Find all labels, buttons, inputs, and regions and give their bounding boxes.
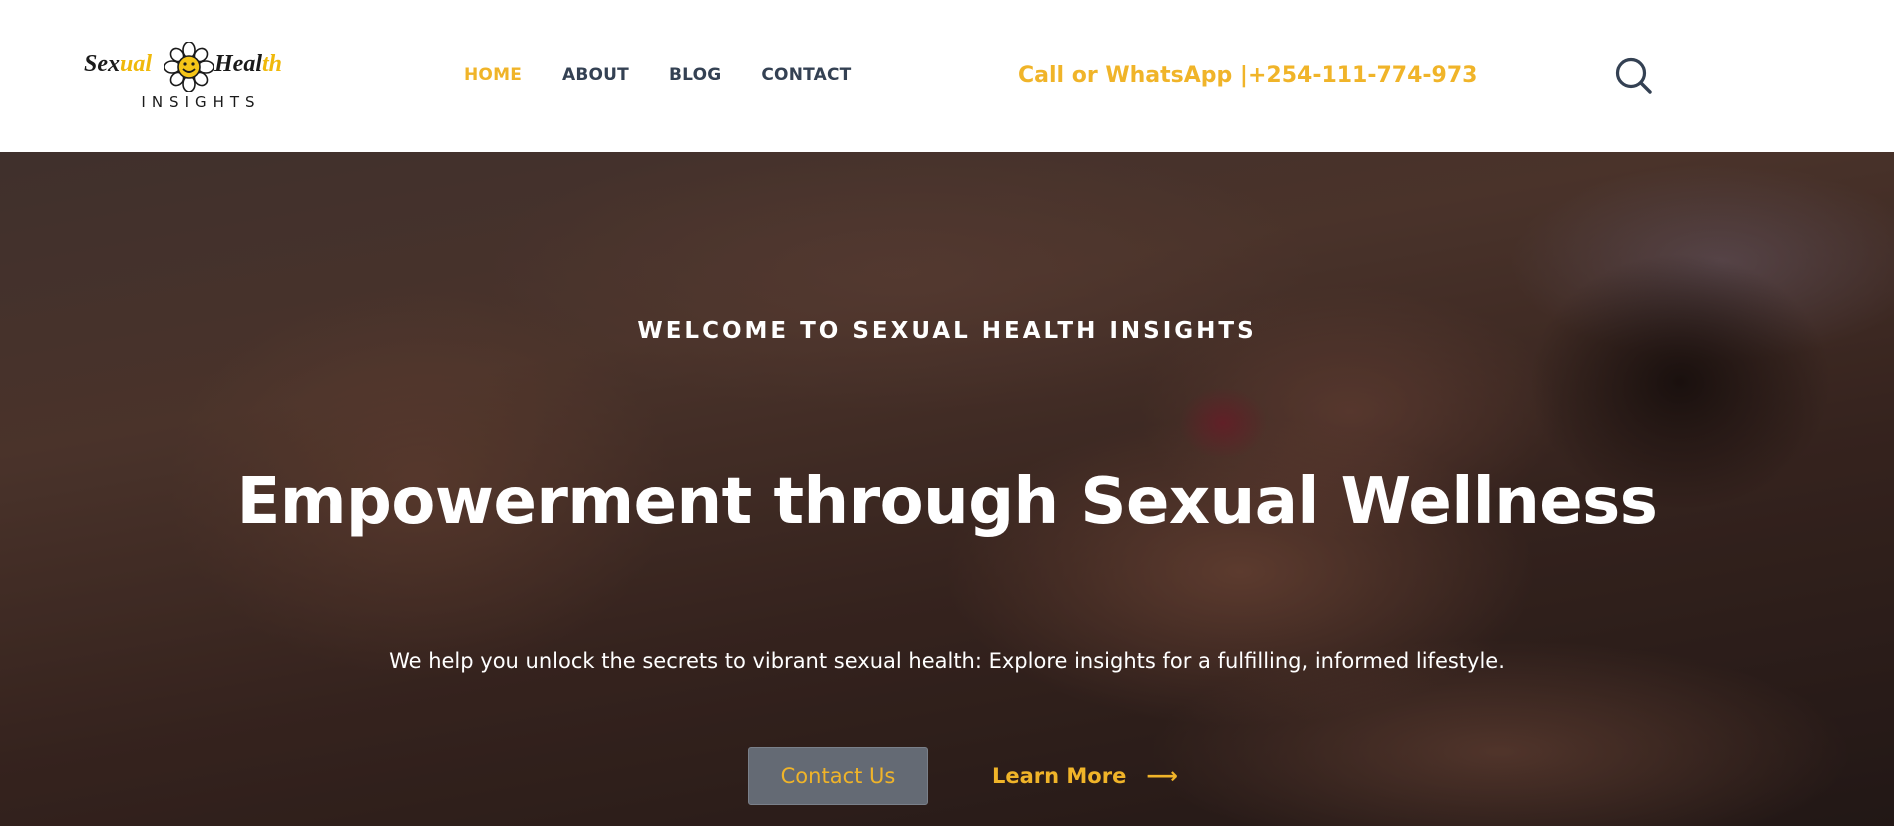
logo-word1-part2: ual — [120, 51, 153, 77]
smiley-flower-icon — [164, 42, 214, 92]
phone-contact-link[interactable]: Call or WhatsApp |+254-111-774-973 — [1018, 58, 1477, 94]
contact-us-button[interactable]: Contact Us — [748, 747, 928, 805]
search-icon — [1615, 57, 1652, 94]
site-logo[interactable]: Sexual Health INSIGHTS — [84, 40, 294, 112]
search-button[interactable] — [1612, 54, 1656, 98]
learn-more-link[interactable]: Learn More ⟶ — [992, 747, 1178, 805]
arrow-right-icon: ⟶ — [1146, 763, 1178, 789]
nav-item-about[interactable]: ABOUT — [562, 60, 629, 90]
logo-word2-part2: th — [262, 51, 283, 77]
logo-word1-part1: Sex — [84, 51, 120, 77]
logo-word2-part1: Heal — [214, 51, 262, 77]
nav-item-contact[interactable]: CONTACT — [761, 60, 851, 90]
main-nav: HOME ABOUT BLOG CONTACT — [464, 60, 851, 90]
hero-subtext: We help you unlock the secrets to vibran… — [389, 649, 1505, 673]
hero-headline: Empowerment through Sexual Wellness — [236, 465, 1658, 539]
site-header: Sexual Health INSIGHTS HOME ABOUT BLOG C… — [0, 0, 1894, 152]
hero-section: WELCOME TO SEXUAL HEALTH INSIGHTS Empowe… — [0, 152, 1894, 826]
hero-eyebrow: WELCOME TO SEXUAL HEALTH INSIGHTS — [637, 318, 1257, 344]
nav-item-blog[interactable]: BLOG — [669, 60, 721, 90]
learn-more-label: Learn More — [992, 764, 1127, 788]
nav-item-home[interactable]: HOME — [464, 60, 522, 90]
logo-subtitle: INSIGHTS — [141, 93, 261, 111]
